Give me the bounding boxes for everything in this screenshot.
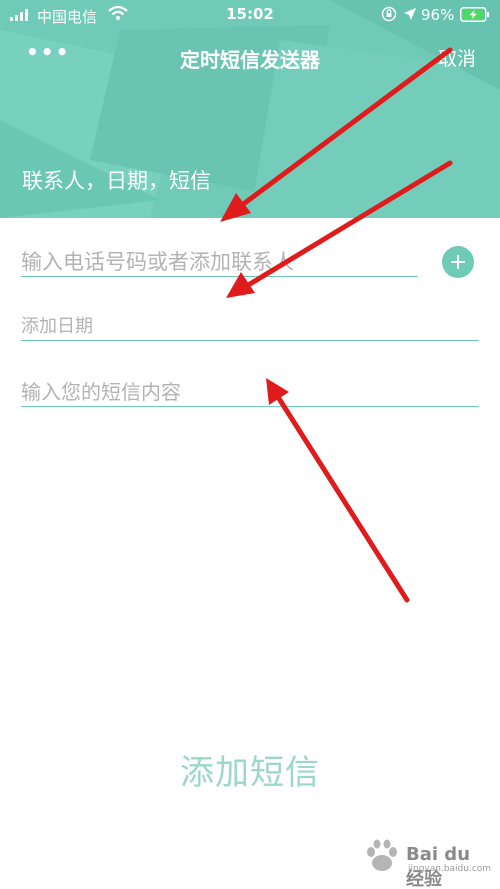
header-subtitle: 联系人，日期，短信 [22,169,211,193]
phone-input[interactable] [21,247,418,277]
phone-field [21,247,418,277]
header-banner: 中国电信 15:02 96% ••• 定时短信发送器 取消 联系人，日期，短信 [0,0,500,218]
annotation-arrow-3 [275,394,410,603]
orientation-lock-icon [381,6,397,22]
message-field [21,377,479,407]
baidu-paw-logo-icon [367,839,397,871]
page-title: 定时短信发送器 [180,48,320,72]
date-field [21,311,479,341]
add-sms-button[interactable]: 添加短信 [0,745,500,794]
battery-percent: 96% [421,6,455,24]
baidu-jingyan-watermark: Bai du 经验 jingyan.baidu.com [362,834,492,889]
message-input[interactable] [21,377,479,407]
battery-charging-icon [460,7,490,22]
location-arrow-icon [404,8,416,20]
add-contact-button[interactable] [442,246,474,278]
watermark-subtext: jingyan.baidu.com [408,864,492,874]
navigation-bar: ••• 定时短信发送器 取消 [0,38,500,78]
status-bar: 中国电信 15:02 96% [0,0,500,30]
cancel-button[interactable]: 取消 [438,44,476,71]
date-input[interactable] [21,311,479,341]
